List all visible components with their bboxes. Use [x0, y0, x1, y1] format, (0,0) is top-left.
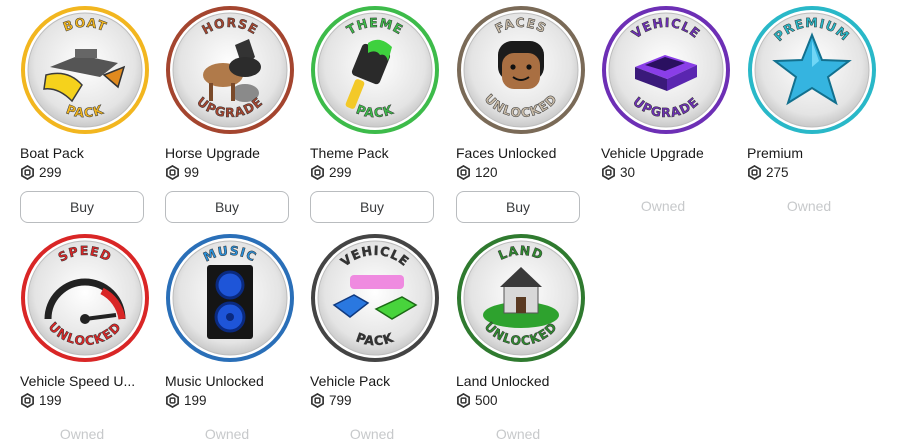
buy-button[interactable]: Buy: [20, 191, 144, 223]
boat-pack-badge-icon[interactable]: BOAT PACK: [20, 5, 150, 135]
gamepass-price: 199: [165, 392, 207, 409]
price-value: 99: [184, 165, 200, 180]
owned-label: Owned: [59, 426, 105, 442]
gamepass-price: 500: [456, 392, 498, 409]
gamepass-price: 799: [310, 392, 352, 409]
robux-icon: [20, 392, 35, 409]
robux-icon: [601, 164, 616, 181]
robux-icon: [310, 164, 325, 181]
price-value: 299: [39, 165, 62, 180]
gamepass-price: 199: [20, 392, 62, 409]
gamepass-price: 30: [601, 164, 636, 181]
gamepass-price: 120: [456, 164, 498, 181]
gamepass-name[interactable]: Land Unlocked: [456, 373, 591, 389]
theme-pack-badge-icon[interactable]: THEME PACK: [310, 5, 440, 135]
gamepass-price: 99: [165, 164, 200, 181]
robux-icon: [747, 164, 762, 181]
owned-label: Owned: [495, 426, 541, 442]
buy-button[interactable]: Buy: [456, 191, 580, 223]
owned-label: Owned: [349, 426, 395, 442]
vehicle-upgrade-badge-icon[interactable]: VEHICLE UPGRADE: [601, 5, 731, 135]
price-value: 299: [329, 165, 352, 180]
price-value: 199: [39, 393, 62, 408]
robux-icon: [165, 164, 180, 181]
price-value: 500: [475, 393, 498, 408]
price-value: 799: [329, 393, 352, 408]
gamepass-name[interactable]: Theme Pack: [310, 145, 445, 161]
gamepass-price: 275: [747, 164, 789, 181]
price-value: 199: [184, 393, 207, 408]
robux-icon: [456, 392, 471, 409]
gamepass-price: 299: [310, 164, 352, 181]
faces-unlocked-badge-icon[interactable]: FACES UNLOCKED: [456, 5, 586, 135]
owned-label: Owned: [204, 426, 250, 442]
price-value: 120: [475, 165, 498, 180]
robux-icon: [165, 392, 180, 409]
gamepass-name[interactable]: Vehicle Pack: [310, 373, 445, 389]
gamepass-name[interactable]: Faces Unlocked: [456, 145, 591, 161]
vehicle-pack-badge-icon[interactable]: VEHICLE PACK: [310, 233, 440, 363]
gamepass-name[interactable]: Boat Pack: [20, 145, 155, 161]
robux-icon: [310, 392, 325, 409]
owned-label: Owned: [640, 198, 686, 214]
owned-label: Owned: [786, 198, 832, 214]
price-value: 30: [620, 165, 636, 180]
buy-button[interactable]: Buy: [310, 191, 434, 223]
speedometer-badge-icon[interactable]: SPEED UNLOCKED: [20, 233, 150, 363]
gamepass-name[interactable]: Vehicle Speed U...: [20, 373, 155, 389]
robux-icon: [456, 164, 471, 181]
price-value: 275: [766, 165, 789, 180]
house-land-badge-icon[interactable]: LAND UNLOCKED: [456, 233, 586, 363]
robux-icon: [20, 164, 35, 181]
horse-upgrade-badge-icon[interactable]: HORSE UPGRADE: [165, 5, 295, 135]
gamepass-price: 299: [20, 164, 62, 181]
premium-star-badge-icon[interactable]: PREMIUM: [747, 5, 877, 135]
gamepass-name[interactable]: Premium: [747, 145, 882, 161]
gamepass-name[interactable]: Music Unlocked: [165, 373, 300, 389]
gamepass-name[interactable]: Horse Upgrade: [165, 145, 300, 161]
speaker-badge-icon[interactable]: MUSIC: [165, 233, 295, 363]
buy-button[interactable]: Buy: [165, 191, 289, 223]
gamepass-name[interactable]: Vehicle Upgrade: [601, 145, 736, 161]
